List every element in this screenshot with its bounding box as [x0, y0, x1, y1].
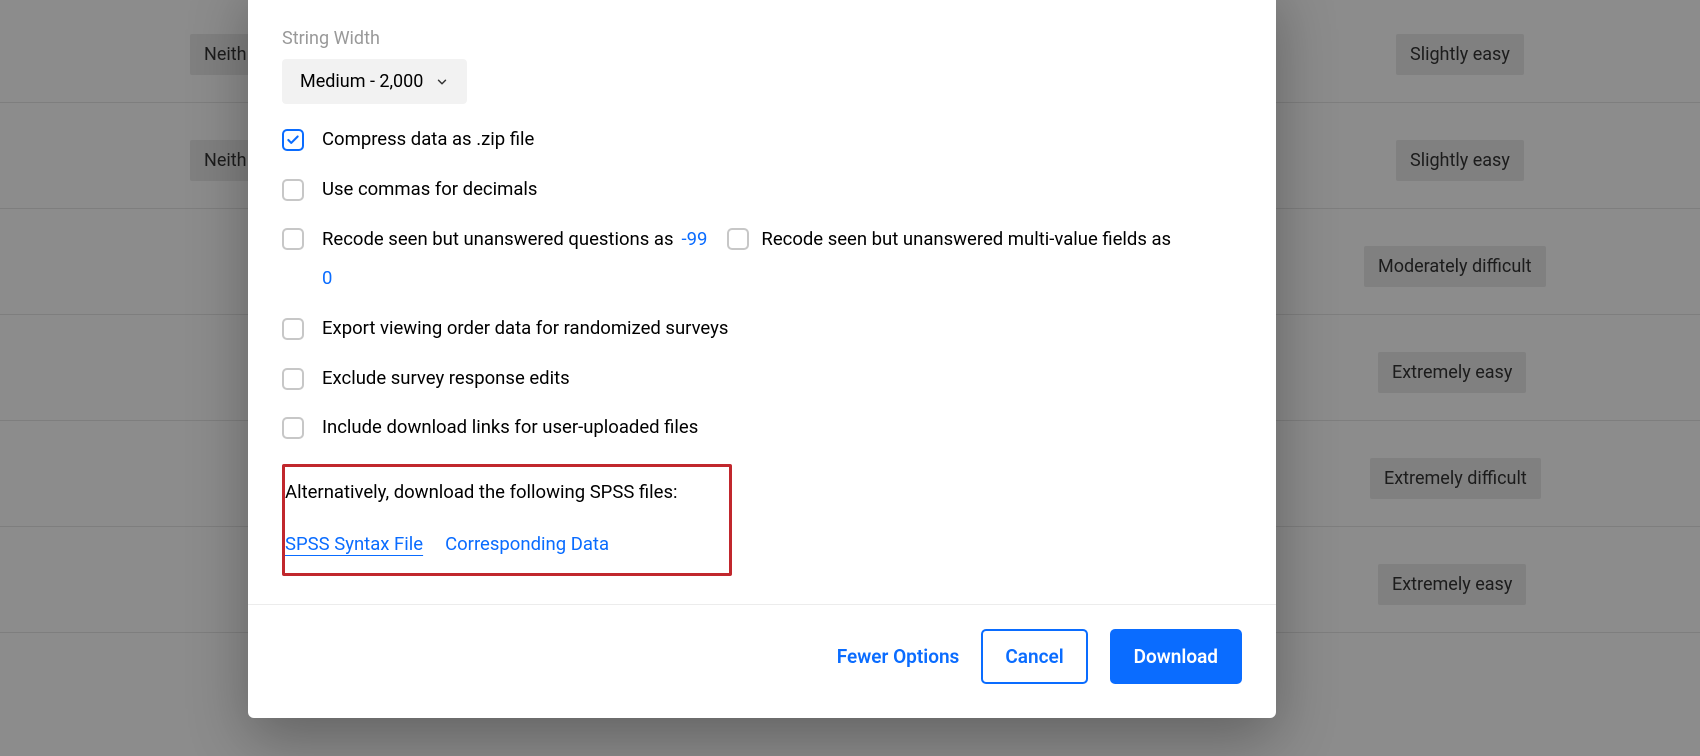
label-exclude-edits: Exclude survey response edits	[322, 365, 570, 393]
fewer-options-button[interactable]: Fewer Options	[837, 645, 960, 668]
modal-footer: Fewer Options Cancel Download	[248, 604, 1276, 718]
label-commas: Use commas for decimals	[322, 176, 537, 204]
string-width-select[interactable]: Medium - 2,000	[282, 59, 467, 104]
link-spss-syntax[interactable]: SPSS Syntax File	[285, 533, 423, 555]
recode-value-a[interactable]: -99	[682, 226, 708, 254]
checkbox-compress[interactable]	[282, 129, 304, 151]
checkbox-export-order[interactable]	[282, 318, 304, 340]
spss-alt-text: Alternatively, download the following SP…	[285, 481, 721, 503]
cancel-button[interactable]: Cancel	[981, 629, 1087, 684]
option-commas: Use commas for decimals	[282, 176, 1242, 204]
download-modal: String Width Medium - 2,000 Compress dat…	[248, 0, 1276, 718]
option-recode: Recode seen but unanswered questions as …	[282, 226, 1242, 293]
label-recode-b: Recode seen but unanswered multi-value f…	[761, 226, 1171, 254]
chevron-down-icon	[435, 75, 449, 89]
spss-highlight-box: Alternatively, download the following SP…	[282, 464, 732, 576]
link-corresponding-data[interactable]: Corresponding Data	[445, 533, 609, 555]
label-recode-a: Recode seen but unanswered questions as	[322, 226, 674, 254]
download-button[interactable]: Download	[1110, 629, 1242, 684]
label-include-links: Include download links for user-uploaded…	[322, 414, 698, 442]
checkbox-exclude-edits[interactable]	[282, 368, 304, 390]
string-width-value: Medium - 2,000	[300, 71, 423, 92]
checkbox-include-links[interactable]	[282, 417, 304, 439]
option-exclude-edits: Exclude survey response edits	[282, 365, 1242, 393]
option-export-order: Export viewing order data for randomized…	[282, 315, 1242, 343]
checkbox-recode-unanswered[interactable]	[282, 228, 304, 250]
label-export-order: Export viewing order data for randomized…	[322, 315, 728, 343]
string-width-label: String Width	[282, 28, 1242, 49]
checkbox-recode-multivalue[interactable]	[727, 228, 749, 250]
recode-value-b[interactable]: 0	[322, 267, 332, 289]
checkbox-commas[interactable]	[282, 179, 304, 201]
option-include-links: Include download links for user-uploaded…	[282, 414, 1242, 442]
label-compress: Compress data as .zip file	[322, 126, 534, 154]
option-compress: Compress data as .zip file	[282, 126, 1242, 154]
